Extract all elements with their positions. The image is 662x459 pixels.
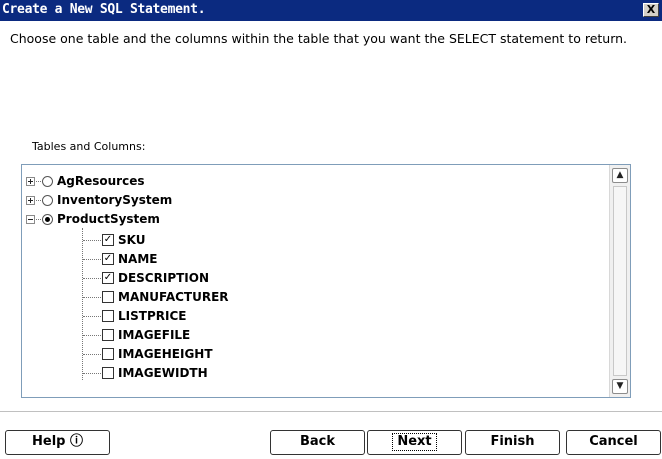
tree-connector	[83, 240, 101, 241]
column-manufacturer[interactable]: MANUFACTURER	[118, 288, 229, 306]
tree-connector	[83, 373, 101, 374]
tree-connector	[83, 354, 101, 355]
listprice-checkbox[interactable]	[102, 310, 114, 322]
dialog-title: Create a New SQL Statement.	[2, 2, 206, 17]
description-checkbox[interactable]: ✓	[102, 272, 114, 284]
manufacturer-checkbox[interactable]	[102, 291, 114, 303]
productsystem-radio[interactable]	[42, 214, 53, 225]
finish-button-label: Finish	[490, 434, 535, 449]
tree-connector	[36, 200, 41, 201]
tree-connector	[83, 297, 101, 298]
column-name[interactable]: NAME	[118, 250, 157, 268]
collapse-productsystem-icon[interactable]	[26, 215, 35, 224]
next-button[interactable]: Next	[367, 430, 462, 455]
imagefile-checkbox[interactable]	[102, 329, 114, 341]
tree-connector	[83, 259, 101, 260]
sku-checkbox[interactable]: ✓	[102, 234, 114, 246]
back-button[interactable]: Back	[270, 430, 365, 455]
column-imagefile[interactable]: IMAGEFILE	[118, 326, 190, 344]
title-bar[interactable]: Create a New SQL Statement. X	[0, 0, 662, 21]
cancel-button-label: Cancel	[589, 434, 638, 449]
table-inventorysystem[interactable]: InventorySystem	[57, 191, 172, 209]
cancel-button[interactable]: Cancel	[566, 430, 661, 455]
imagewidth-checkbox[interactable]	[102, 367, 114, 379]
instructions-text: Choose one table and the columns within …	[10, 31, 628, 46]
finish-button[interactable]: Finish	[465, 430, 560, 455]
vertical-scrollbar[interactable]: ▲ ▼	[609, 165, 630, 397]
tree-connector	[36, 219, 41, 220]
name-checkbox[interactable]: ✓	[102, 253, 114, 265]
column-description[interactable]: DESCRIPTION	[118, 269, 209, 287]
next-button-label: Next	[392, 433, 437, 451]
table-agresources[interactable]: AgResources	[57, 172, 145, 190]
expand-agresources-icon[interactable]	[26, 177, 35, 186]
footer-divider	[0, 411, 662, 412]
tree-connector	[83, 316, 101, 317]
tree-connector	[36, 181, 41, 182]
tree-connector	[83, 335, 101, 336]
table-productsystem[interactable]: ProductSystem	[57, 210, 160, 228]
column-listprice[interactable]: LISTPRICE	[118, 307, 186, 325]
tree-connector	[83, 278, 101, 279]
column-imagewidth[interactable]: IMAGEWIDTH	[118, 364, 208, 382]
column-imageheight[interactable]: IMAGEHEIGHT	[118, 345, 213, 363]
imageheight-checkbox[interactable]	[102, 348, 114, 360]
sql-statement-dialog: Create a New SQL Statement. X Choose one…	[0, 0, 662, 459]
tree-connector	[82, 228, 83, 380]
expand-inventorysystem-icon[interactable]	[26, 196, 35, 205]
help-button[interactable]: Help ⓘ	[5, 430, 110, 455]
close-button[interactable]: X	[643, 3, 659, 17]
back-button-label: Back	[299, 434, 336, 449]
scroll-thumb[interactable]	[613, 186, 627, 376]
inventorysystem-radio[interactable]	[42, 195, 53, 206]
help-button-label: Help ⓘ	[32, 434, 83, 449]
scroll-up-button[interactable]: ▲	[612, 168, 628, 183]
column-sku[interactable]: SKU	[118, 231, 145, 249]
scroll-down-button[interactable]: ▼	[612, 379, 628, 394]
agresources-radio[interactable]	[42, 176, 53, 187]
tables-columns-tree[interactable]: AgResources InventorySystem ProductSyste…	[21, 164, 631, 398]
tables-columns-label: Tables and Columns:	[32, 140, 146, 153]
